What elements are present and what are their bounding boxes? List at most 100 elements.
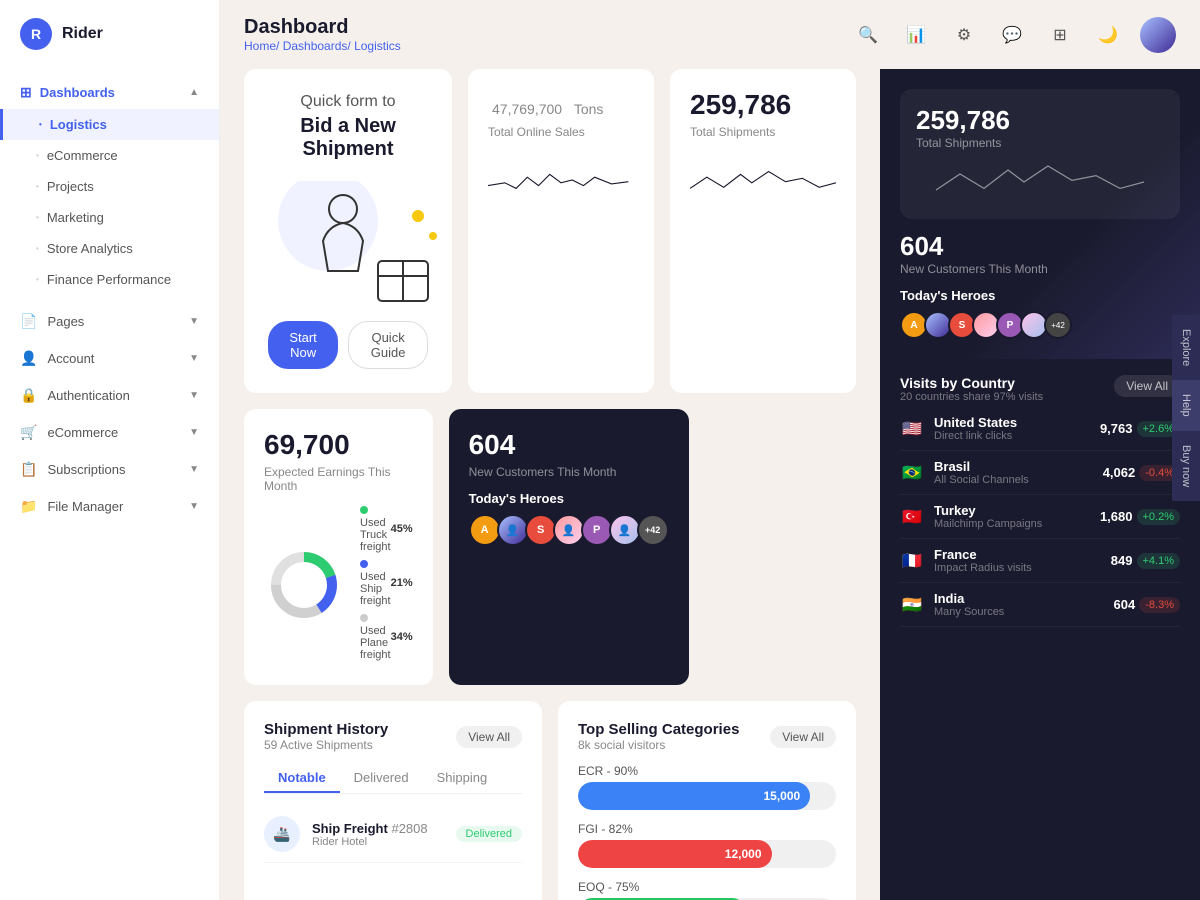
freight-chart: Used Truck freight 45% Used Ship freight… xyxy=(264,505,413,665)
dashboards-header[interactable]: ⊞ Dashboards ▲ xyxy=(0,76,219,109)
hero-buttons: Start Now Quick Guide xyxy=(268,321,428,369)
p-avatar-more: +42 xyxy=(1044,311,1072,339)
sidebar-item-subscriptions[interactable]: 📋Subscriptions ▼ xyxy=(0,451,219,488)
country-row-fr: 🇫🇷 France Impact Radius visits 849 +4.1% xyxy=(900,539,1180,583)
panel-top: 259,786 Total Shipments 604 New Customer… xyxy=(880,69,1200,359)
theme-icon[interactable]: 🌙 xyxy=(1092,19,1124,51)
row-name: Ship Freight #2808 xyxy=(312,821,444,836)
country-info-us: United States Direct link clicks xyxy=(934,415,1090,442)
earnings-value: 69,700 xyxy=(264,429,413,461)
heroes-avatars: A 👤 S 👤 P 👤 +42 xyxy=(469,514,669,546)
country-header: Visits by Country 20 countries share 97%… xyxy=(900,375,1180,403)
quick-guide-button[interactable]: Quick Guide xyxy=(348,321,428,369)
start-now-button[interactable]: Start Now xyxy=(268,321,338,369)
flag-tr: 🇹🇷 xyxy=(900,508,924,526)
sidebar-item-ecommerce[interactable]: eCommerce xyxy=(0,140,219,171)
avatar-1: A xyxy=(469,514,501,546)
avatar-5: P xyxy=(581,514,613,546)
panel-avatars: A S P +42 xyxy=(900,311,1180,339)
dashboards-title: ⊞ Dashboards xyxy=(20,84,115,101)
shipments-value: 259,786 xyxy=(690,89,836,121)
hero-title: Quick form to xyxy=(300,93,395,111)
side-tab-buy-now[interactable]: Buy now xyxy=(1172,431,1200,501)
shipment-history: Shipment History 59 Active Shipments Vie… xyxy=(244,701,542,900)
flag-us: 🇺🇸 xyxy=(900,420,924,438)
country-info-tr: Turkey Mailchimp Campaigns xyxy=(934,503,1090,530)
customers-value: 604 xyxy=(469,429,669,461)
chart-icon[interactable]: 📊 xyxy=(900,19,932,51)
shipment-view-all[interactable]: View All xyxy=(456,726,522,748)
dashboards-section: ⊞ Dashboards ▲ Logistics eCommerce Proje… xyxy=(0,68,219,303)
country-stats-in: 604 -8.3% xyxy=(1114,597,1180,613)
bottom-row: Shipment History 59 Active Shipments Vie… xyxy=(244,701,856,900)
user-avatar[interactable] xyxy=(1140,17,1176,53)
logo-icon: R xyxy=(20,18,52,50)
avatar-more: +42 xyxy=(637,514,669,546)
country-view-all[interactable]: View All xyxy=(1114,375,1180,397)
shipment-header: Shipment History 59 Active Shipments Vie… xyxy=(264,721,522,752)
message-icon[interactable]: 💬 xyxy=(996,19,1028,51)
bar-eoq: EOQ - 75% 10,000 xyxy=(578,880,836,900)
top-cards-row: Quick form to Bid a New Shipment xyxy=(244,69,856,393)
customers-label: New Customers This Month xyxy=(469,465,669,479)
country-row-tr: 🇹🇷 Turkey Mailchimp Campaigns 1,680 +0.2… xyxy=(900,495,1180,539)
sidebar-item-projects[interactable]: Projects xyxy=(0,171,219,202)
sidebar-item-account[interactable]: 👤Account ▼ xyxy=(0,340,219,377)
country-stats-tr: 1,680 +0.2% xyxy=(1100,509,1180,525)
header: Dashboard Home/ Dashboards/ Logistics 🔍 … xyxy=(220,0,1200,69)
online-sales-card: 47,769,700 Tons Total Online Sales xyxy=(468,69,654,393)
row-info: Ship Freight #2808 Rider Hotel xyxy=(312,821,444,848)
row-status: Delivered xyxy=(456,826,522,842)
grid-icon: ⊞ xyxy=(20,84,32,101)
sidebar-item-file-manager[interactable]: 📁File Manager ▼ xyxy=(0,488,219,525)
tab-shipping[interactable]: Shipping xyxy=(423,764,502,793)
side-tabs: Explore Help Buy now xyxy=(1172,315,1200,501)
online-sales-value: 47,769,700 Tons xyxy=(488,89,634,121)
top-selling-subtitle: 8k social visitors xyxy=(578,738,739,752)
sidebar-item-finance[interactable]: Finance Performance xyxy=(0,264,219,295)
sidebar-item-store-analytics[interactable]: Store Analytics xyxy=(0,233,219,264)
flag-br: 🇧🇷 xyxy=(900,464,924,482)
country-stats-us: 9,763 +2.6% xyxy=(1100,421,1180,437)
grid-view-icon[interactable]: ⊞ xyxy=(1044,19,1076,51)
row-icon: 🚢 xyxy=(264,816,300,852)
country-info-in: India Many Sources xyxy=(934,591,1104,618)
settings-icon[interactable]: ⚙ xyxy=(948,19,980,51)
avatar-6: 👤 xyxy=(609,514,641,546)
country-info-br: Brasil All Social Channels xyxy=(934,459,1093,486)
sidebar-item-pages[interactable]: 📄Pages ▼ xyxy=(0,303,219,340)
sidebar-item-authentication[interactable]: 🔒Authentication ▼ xyxy=(0,377,219,414)
search-icon[interactable]: 🔍 xyxy=(852,19,884,51)
earnings-card: 69,700 Expected Earnings This Month xyxy=(244,409,433,685)
top-selling-title: Top Selling Categories xyxy=(578,721,739,738)
panel-shipments: 259,786 Total Shipments xyxy=(900,89,1180,219)
tab-notable[interactable]: Notable xyxy=(264,764,340,793)
avatar-3: S xyxy=(525,514,557,546)
side-tab-help[interactable]: Help xyxy=(1172,380,1200,431)
visits-by-country: Visits by Country 20 countries share 97%… xyxy=(880,359,1200,643)
top-selling-bars: ECR - 90% 15,000 FGI - 82% 12,000 EOQ - … xyxy=(578,764,836,900)
top-selling-header: Top Selling Categories 8k social visitor… xyxy=(578,721,836,752)
top-selling-view-all[interactable]: View All xyxy=(770,726,836,748)
table-row: 🚢 Ship Freight #2808 Rider Hotel Deliver… xyxy=(264,806,522,863)
avatar-2: 👤 xyxy=(497,514,529,546)
header-left: Dashboard Home/ Dashboards/ Logistics xyxy=(244,16,401,53)
sidebar-item-logistics[interactable]: Logistics xyxy=(0,109,219,140)
sidebar-item-ecommerce-nav[interactable]: 🛒eCommerce ▼ xyxy=(0,414,219,451)
freight-legend: Used Truck freight 45% Used Ship freight… xyxy=(360,505,413,665)
avatar-4: 👤 xyxy=(553,514,585,546)
online-sales-label: Total Online Sales xyxy=(488,125,634,139)
logo[interactable]: R Rider xyxy=(0,0,219,68)
side-tab-explore[interactable]: Explore xyxy=(1172,315,1200,380)
tab-delivered[interactable]: Delivered xyxy=(340,764,423,793)
bar-fgi: FGI - 82% 12,000 xyxy=(578,822,836,868)
main-content: Dashboard Home/ Dashboards/ Logistics 🔍 … xyxy=(220,0,1200,900)
country-row-in: 🇮🇳 India Many Sources 604 -8.3% xyxy=(900,583,1180,627)
content-main: Quick form to Bid a New Shipment xyxy=(220,69,880,900)
country-row-us: 🇺🇸 United States Direct link clicks 9,76… xyxy=(900,407,1180,451)
country-stats-br: 4,062 -0.4% xyxy=(1103,465,1180,481)
sidebar-item-marketing[interactable]: Marketing xyxy=(0,202,219,233)
shipment-title: Shipment History xyxy=(264,721,388,738)
shipment-subtitle: 59 Active Shipments xyxy=(264,738,388,752)
flag-fr: 🇫🇷 xyxy=(900,552,924,570)
